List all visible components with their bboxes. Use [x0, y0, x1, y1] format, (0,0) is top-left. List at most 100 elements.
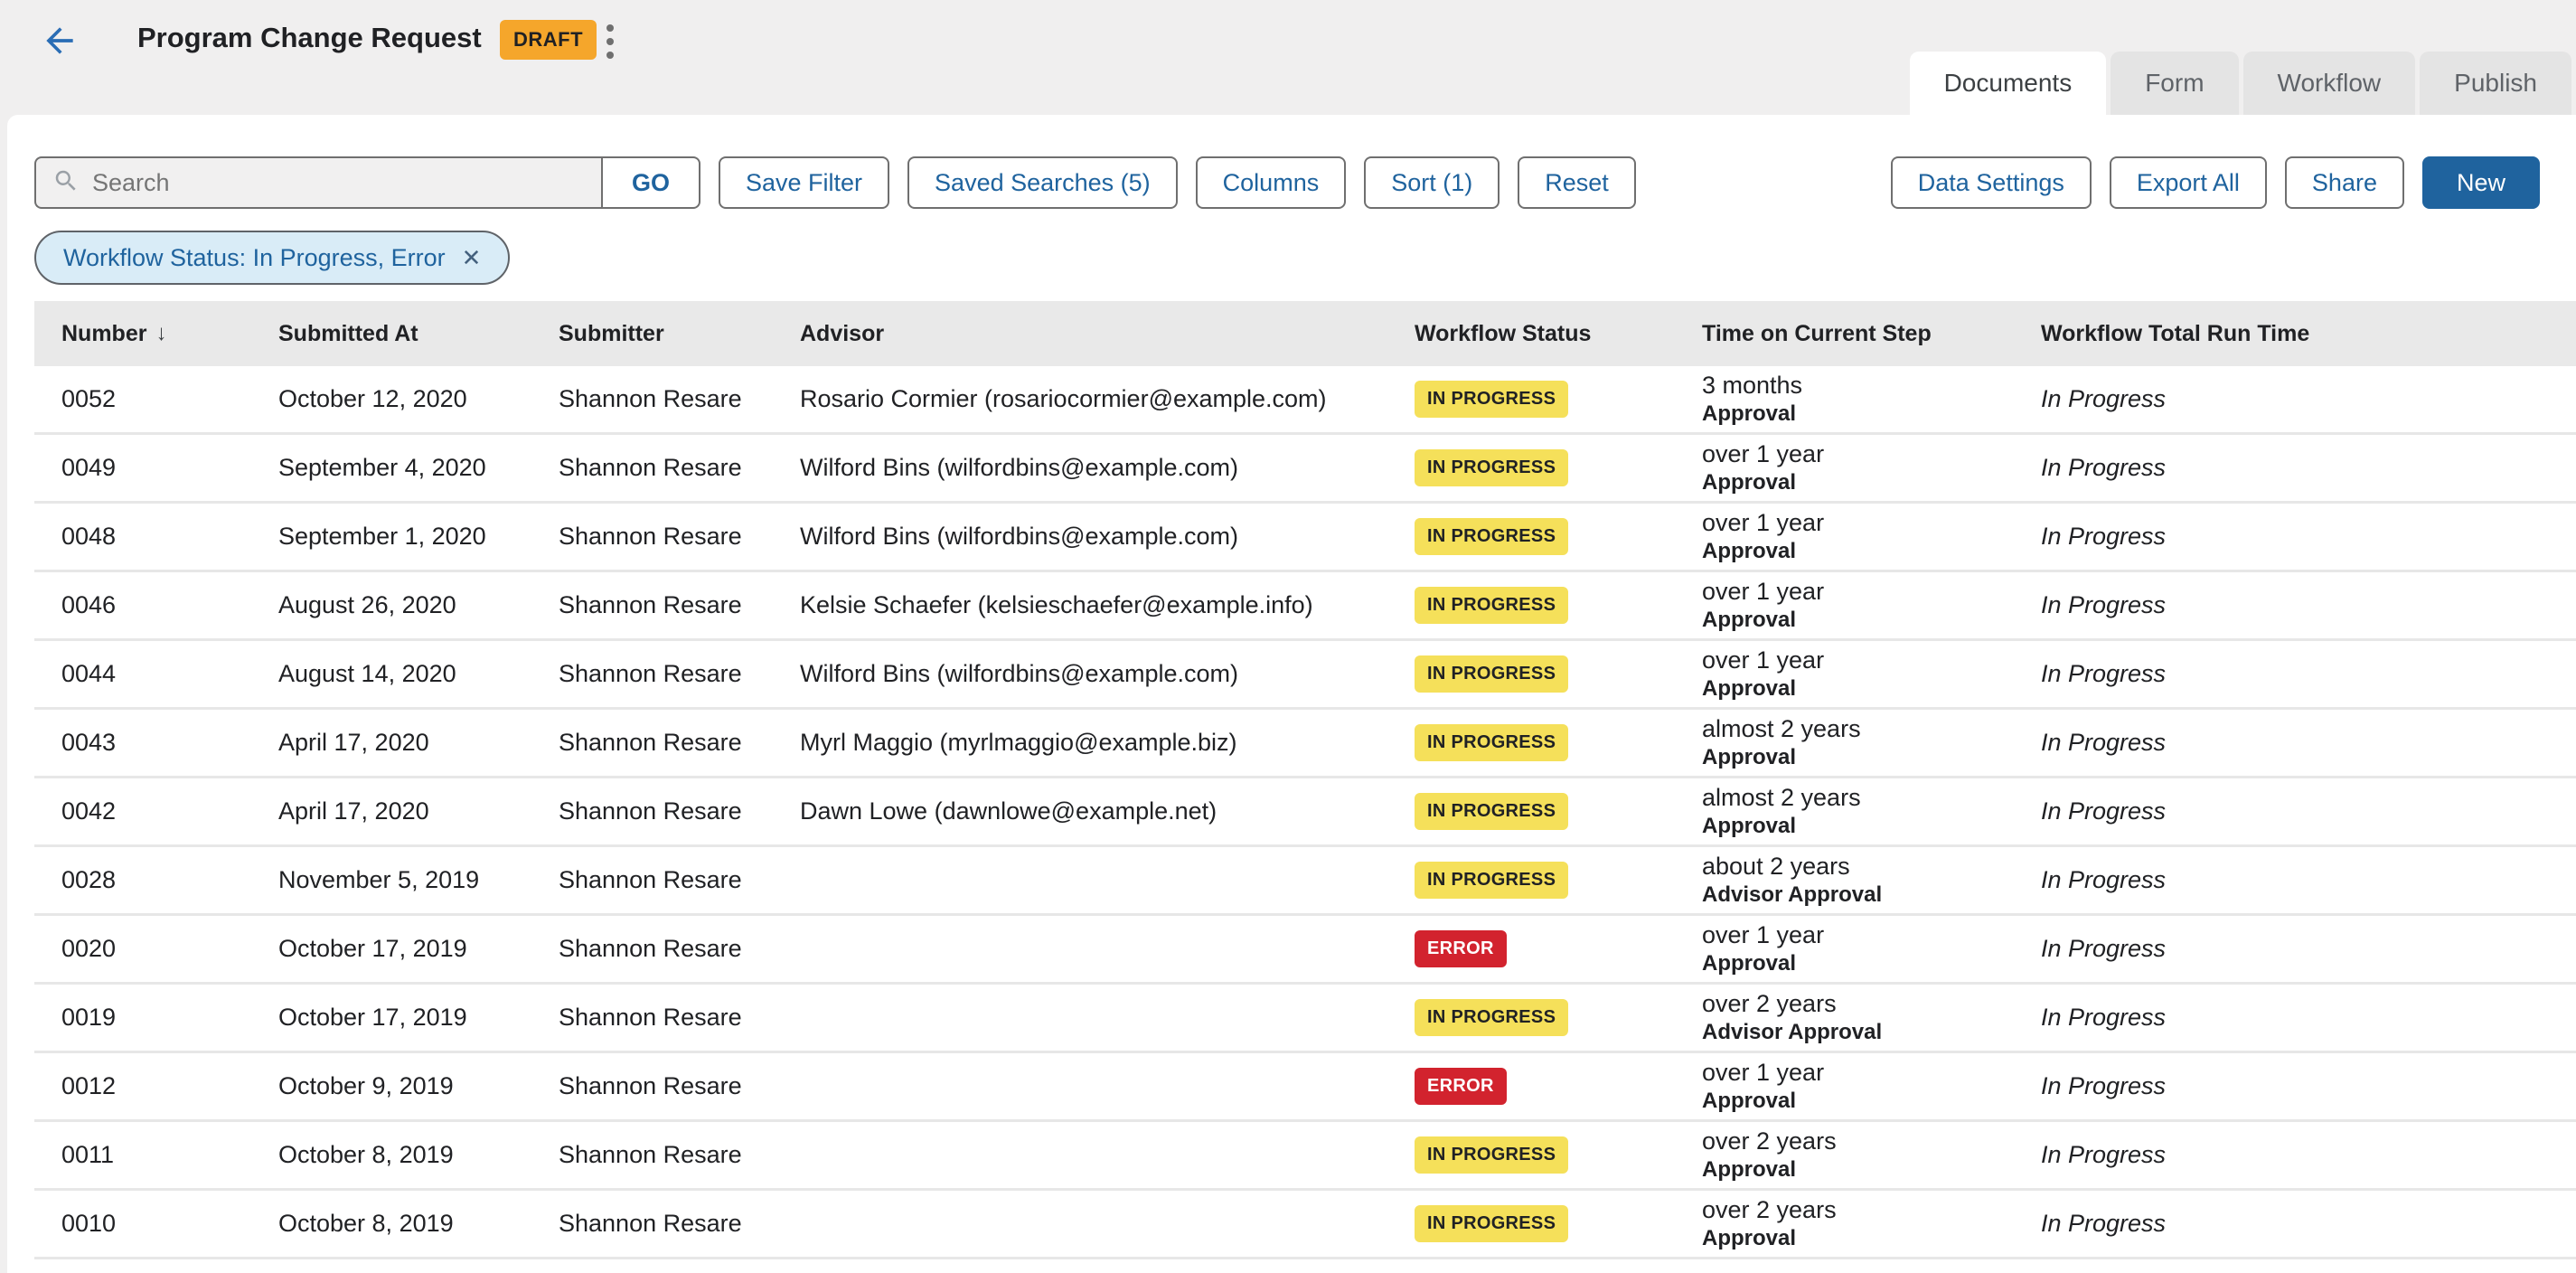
time-on-current-step-cell: over 1 yearApproval [1702, 916, 2041, 982]
kebab-menu-button[interactable] [592, 18, 628, 65]
table-row[interactable]: 0044August 14, 2020Shannon ResareWilford… [34, 641, 2576, 710]
column-header-workflow-total-run-time[interactable]: Workflow Total Run Time [2041, 301, 2576, 366]
kebab-icon [606, 24, 614, 59]
page-title: Program Change Request [137, 22, 482, 54]
tab-publish[interactable]: Publish [2420, 52, 2571, 115]
row-number-cell: 0010 [34, 1191, 278, 1257]
time-on-current-step-cell: almost 2 years Approval [1702, 778, 2041, 844]
table-row[interactable]: 0020October 17, 2019Shannon ResareERRORo… [34, 916, 2576, 985]
time-on-step-value: almost 2 years [1702, 784, 1861, 811]
saved-searches-button[interactable]: Saved Searches (5) [907, 156, 1178, 209]
submitter-cell: Shannon Resare [559, 1053, 800, 1119]
workflow-status-badge: IN PROGRESS [1415, 655, 1568, 693]
total-run-time-cell: In Progress [2041, 366, 2576, 432]
workflow-status-cell: ERROR [1415, 916, 1702, 982]
advisor-cell: Dawn Lowe (dawnlowe@example.net) [800, 778, 1415, 844]
table-row[interactable]: 0042April 17, 2020Shannon ResareDawn Low… [34, 778, 2576, 847]
time-on-current-step-cell: over 2 years Approval [1702, 1191, 2041, 1257]
total-run-time-cell: In Progress [2041, 710, 2576, 776]
submitted-at-cell: April 17, 2020 [278, 710, 559, 776]
row-number-cell: 0011 [34, 1122, 278, 1188]
share-button[interactable]: Share [2285, 156, 2404, 209]
table-row[interactable]: 0043April 17, 2020Shannon ResareMyrl Mag… [34, 710, 2576, 778]
submitter-cell: Shannon Resare [559, 366, 800, 432]
top-bar: Program Change Request DRAFT Documents F… [0, 0, 2576, 115]
documents-table: Number ↓ Submitted At Submitter Advisor … [34, 301, 2576, 1273]
advisor-cell [800, 847, 1415, 913]
submitter-cell: Shannon Resare [559, 778, 800, 844]
time-on-current-step-cell: almost 2 yearsApproval [1702, 710, 2041, 776]
tab-form[interactable]: Form [2111, 52, 2238, 115]
save-filter-button[interactable]: Save Filter [719, 156, 889, 209]
go-button[interactable]: GO [601, 156, 700, 209]
total-run-time-cell: In Progress [2041, 916, 2576, 982]
submitted-at-cell: April 17, 2020 [278, 778, 559, 844]
submitted-at-cell: October 8, 2019 [278, 1122, 559, 1188]
table-row[interactable]: 0011October 8, 2019Shannon ResareIN PROG… [34, 1122, 2576, 1191]
table-row[interactable]: 0052October 12, 2020Shannon ResareRosari… [34, 366, 2576, 435]
search-input[interactable] [92, 169, 585, 197]
workflow-status-badge: IN PROGRESS [1415, 999, 1568, 1036]
data-settings-button[interactable]: Data Settings [1891, 156, 2092, 209]
current-step-name: Approval [1702, 676, 1796, 702]
workflow-status-filter-chip[interactable]: Workflow Status: In Progress, Error ✕ [34, 231, 510, 285]
workflow-status-cell: IN PROGRESS [1415, 366, 1702, 432]
row-number-cell: 0044 [34, 641, 278, 707]
column-header-number[interactable]: Number ↓ [34, 301, 278, 366]
search-box [34, 156, 601, 209]
submitter-cell: Shannon Resare [559, 916, 800, 982]
table-row[interactable]: 0049September 4, 2020Shannon ResareWilfo… [34, 435, 2576, 504]
advisor-cell: Wilford Bins (wilfordbins@example.com) [800, 641, 1415, 707]
back-button[interactable] [38, 20, 81, 63]
time-on-step-value: almost 2 years [1702, 715, 1861, 742]
columns-button[interactable]: Columns [1196, 156, 1347, 209]
workflow-status-badge: IN PROGRESS [1415, 518, 1568, 555]
filter-chip-close-icon[interactable]: ✕ [462, 244, 482, 272]
advisor-cell [800, 1191, 1415, 1257]
advisor-cell: Kelsie Schaefer (kelsieschaefer@example.… [800, 572, 1415, 638]
column-header-submitter[interactable]: Submitter [559, 301, 800, 366]
table-row[interactable]: 0048September 1, 2020Shannon ResareWilfo… [34, 504, 2576, 572]
column-header-advisor[interactable]: Advisor [800, 301, 1415, 366]
table-row[interactable]: 0028November 5, 2019Shannon ResareIN PRO… [34, 847, 2576, 916]
workflow-status-cell: IN PROGRESS [1415, 847, 1702, 913]
tab-workflow[interactable]: Workflow [2243, 52, 2416, 115]
table-row[interactable]: 0010October 8, 2019Shannon ResareIN PROG… [34, 1191, 2576, 1259]
submitted-at-cell: November 5, 2019 [278, 847, 559, 913]
workflow-status-badge: IN PROGRESS [1415, 1205, 1568, 1242]
active-filters: Workflow Status: In Progress, Error ✕ [34, 231, 510, 285]
workflow-status-badge: IN PROGRESS [1415, 724, 1568, 761]
workflow-status-cell: IN PROGRESS [1415, 1122, 1702, 1188]
sort-button[interactable]: Sort (1) [1364, 156, 1500, 209]
time-on-current-step-cell: over 1 yearApproval [1702, 572, 2041, 638]
table-row[interactable]: 0046August 26, 2020Shannon ResareKelsie … [34, 572, 2576, 641]
column-header-submitted-at[interactable]: Submitted At [278, 301, 559, 366]
reset-button[interactable]: Reset [1518, 156, 1636, 209]
workflow-status-badge: IN PROGRESS [1415, 381, 1568, 418]
column-header-workflow-status[interactable]: Workflow Status [1415, 301, 1702, 366]
table-row[interactable]: 0012October 9, 2019Shannon ResareERRORov… [34, 1053, 2576, 1122]
time-on-current-step-cell: over 2 yearsAdvisor Approval [1702, 985, 2041, 1051]
row-number-cell: 0012 [34, 1053, 278, 1119]
workflow-status-badge: IN PROGRESS [1415, 587, 1568, 624]
submitted-at-cell: October 8, 2019 [278, 1191, 559, 1257]
workflow-status-cell: IN PROGRESS [1415, 641, 1702, 707]
column-header-time-on-current-step[interactable]: Time on Current Step [1702, 301, 2041, 366]
tab-documents[interactable]: Documents [1910, 52, 2107, 115]
current-step-name: Approval [1702, 539, 1796, 564]
advisor-cell: Myrl Maggio (myrlmaggio@example.biz) [800, 710, 1415, 776]
total-run-time-cell: In Progress [2041, 1053, 2576, 1119]
advisor-cell [800, 1122, 1415, 1188]
current-step-name: Approval [1702, 951, 1796, 976]
sort-descending-icon: ↓ [155, 321, 166, 346]
current-step-name: Approval [1702, 814, 1796, 839]
workflow-status-badge: IN PROGRESS [1415, 862, 1568, 899]
export-all-button[interactable]: Export All [2110, 156, 2267, 209]
row-number-cell: 0028 [34, 847, 278, 913]
table-row[interactable]: 0019October 17, 2019Shannon ResareIN PRO… [34, 985, 2576, 1053]
time-on-step-value: over 2 years [1702, 1196, 1837, 1223]
new-button[interactable]: New [2422, 156, 2540, 209]
workflow-status-badge: IN PROGRESS [1415, 1136, 1568, 1174]
current-step-name: Approval [1702, 1226, 1796, 1251]
time-on-current-step-cell: 3 monthsApproval [1702, 366, 2041, 432]
